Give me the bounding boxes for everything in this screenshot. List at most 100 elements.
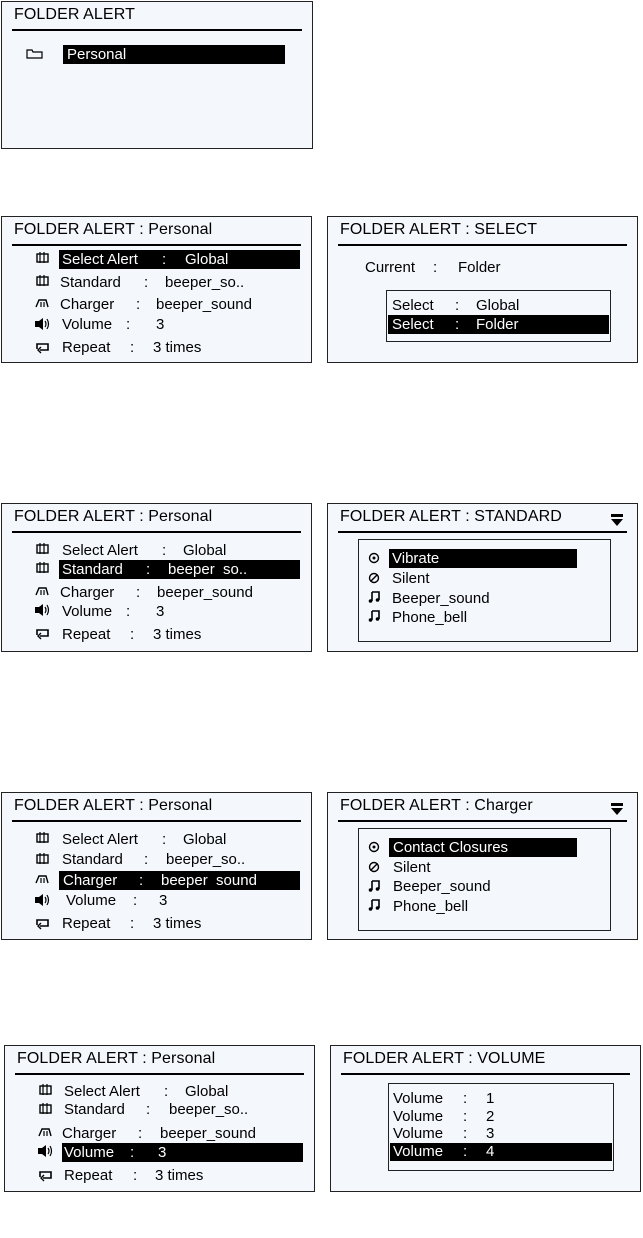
option-volume-2[interactable]: Volume : 2 (390, 1108, 612, 1126)
item-separator: : (162, 831, 167, 848)
option-separator: : (463, 1125, 468, 1142)
folder-name: Personal (67, 46, 127, 63)
repeat-icon (37, 1168, 55, 1182)
option-label: Phone_bell (393, 898, 469, 915)
item-label: Select Alert (62, 251, 138, 268)
option-value: Folder (476, 316, 519, 333)
repeat-icon (34, 916, 52, 930)
option-contact-closures[interactable]: Contact Closures (389, 838, 577, 857)
item-value: Global (185, 1083, 229, 1100)
item-label: Charger (60, 296, 115, 313)
standard-icon (34, 561, 52, 575)
item-value: beeper_so.. (169, 1101, 249, 1118)
screen-title: FOLDER ALERT : Personal (14, 797, 213, 814)
item-separator: : (139, 872, 144, 889)
menu-item-standard[interactable]: Standard : beeper_so.. (59, 850, 300, 869)
menu-item-select-alert[interactable]: Select Alert : Global (59, 250, 300, 269)
menu-item-charger[interactable]: Charger : beeper sound (59, 871, 300, 890)
item-label: Repeat (62, 915, 111, 932)
menu-item-repeat[interactable]: Repeat : 3 times (59, 914, 300, 933)
speaker-icon (34, 603, 52, 617)
menu-item-volume[interactable]: Volume : 3 (59, 315, 300, 334)
menu-item-charger[interactable]: Charger : beeper_sound (59, 583, 300, 602)
option-select-global[interactable]: Select : Global (388, 296, 609, 315)
option-separator: : (455, 297, 460, 314)
option-volume-3[interactable]: Volume : 3 (390, 1125, 612, 1143)
option-select-folder[interactable]: Select : Folder (388, 315, 609, 334)
standard-options-popup: Vibrate Silent Beeper_sound Phone_bell (358, 539, 611, 642)
menu-item-repeat[interactable]: Repeat : 3 times (62, 1166, 303, 1185)
standard-icon (34, 852, 52, 866)
item-label: Standard (60, 274, 121, 291)
option-silent[interactable]: Silent (389, 858, 577, 877)
standard-icon (34, 274, 52, 288)
menu-item-standard[interactable]: Standard : beeper_so.. (62, 1100, 303, 1119)
item-label: Charger (60, 584, 115, 601)
menu-item-repeat[interactable]: Repeat : 3 times (59, 625, 300, 644)
option-silent[interactable]: Silent (389, 569, 577, 588)
menu-item-charger[interactable]: Charger : beeper_sound (62, 1124, 303, 1143)
item-separator: : (133, 892, 138, 909)
item-label: Standard (62, 561, 123, 578)
option-label: Volume (393, 1125, 444, 1142)
title-divider (15, 1073, 304, 1075)
menu-item-standard[interactable]: Standard : beeper so.. (59, 560, 300, 579)
option-phone-bell[interactable]: Phone_bell (389, 897, 577, 916)
option-value: 3 (486, 1125, 495, 1142)
item-value: 3 times (153, 915, 202, 932)
menu-item-select-alert[interactable]: Select Alert : Global (59, 541, 300, 560)
silent-icon (367, 861, 385, 875)
option-phone-bell[interactable]: Phone_bell (389, 608, 577, 627)
option-label: Vibrate (392, 550, 440, 567)
title-divider (12, 29, 302, 31)
screen-title: FOLDER ALERT (14, 6, 135, 23)
option-beeper-sound[interactable]: Beeper_sound (389, 877, 577, 896)
option-label: Beeper_sound (393, 878, 491, 895)
item-separator: : (138, 1125, 143, 1142)
item-separator: : (136, 584, 141, 601)
option-vibrate[interactable]: Vibrate (389, 549, 577, 568)
volume-options-popup: Volume : 1 Volume : 2 Volume : 3 Volume … (388, 1083, 614, 1171)
select-alert-icon (34, 542, 52, 556)
menu-item-volume[interactable]: Volume : 3 (59, 602, 300, 621)
item-separator: : (130, 626, 135, 643)
option-beeper-sound[interactable]: Beeper_sound (389, 589, 577, 608)
item-value: 3 times (153, 626, 202, 643)
item-label: Repeat (64, 1167, 113, 1184)
item-separator: : (146, 1101, 151, 1118)
title-divider (338, 244, 627, 246)
option-label: Select (392, 316, 434, 333)
item-separator: : (126, 603, 131, 620)
menu-item-repeat[interactable]: Repeat : 3 times (59, 338, 300, 357)
menu-item-select-alert[interactable]: Select Alert : Global (59, 830, 300, 849)
menu-item-charger[interactable]: Charger : beeper_sound (59, 295, 300, 314)
item-value: beeper_sound (156, 296, 252, 313)
folder-item-personal[interactable]: Personal (63, 45, 285, 64)
item-value: 3 times (153, 339, 202, 356)
item-label: Volume (62, 603, 113, 620)
option-label: Beeper_sound (392, 590, 490, 607)
menu-item-volume[interactable]: Volume : 3 (62, 1143, 303, 1162)
standard-icon (37, 1102, 55, 1116)
option-separator: : (463, 1143, 468, 1160)
menu-item-volume[interactable]: Volume : 3 (59, 891, 300, 910)
menu-item-standard[interactable]: Standard : beeper_so.. (59, 273, 300, 292)
item-separator: : (130, 339, 135, 356)
menu-item-select-alert[interactable]: Select Alert : Global (62, 1082, 303, 1101)
option-volume-4[interactable]: Volume : 4 (390, 1143, 612, 1161)
item-value: 3 (156, 316, 165, 333)
current-label: Current (365, 259, 416, 276)
screen-title: FOLDER ALERT : Charger (340, 797, 533, 814)
option-separator: : (463, 1108, 468, 1125)
title-divider (12, 244, 301, 246)
option-label: Contact Closures (393, 839, 509, 856)
scroll-down-icon (610, 802, 624, 816)
item-label: Standard (62, 851, 123, 868)
item-label: Volume (62, 316, 113, 333)
option-value: 2 (486, 1108, 495, 1125)
personal-menu-screen-3: FOLDER ALERT : Personal Select Alert : G… (1, 792, 312, 940)
item-value: beeper_sound (160, 1125, 256, 1142)
item-value: 3 (158, 1144, 167, 1161)
speaker-icon (34, 893, 52, 907)
option-volume-1[interactable]: Volume : 1 (390, 1090, 612, 1108)
